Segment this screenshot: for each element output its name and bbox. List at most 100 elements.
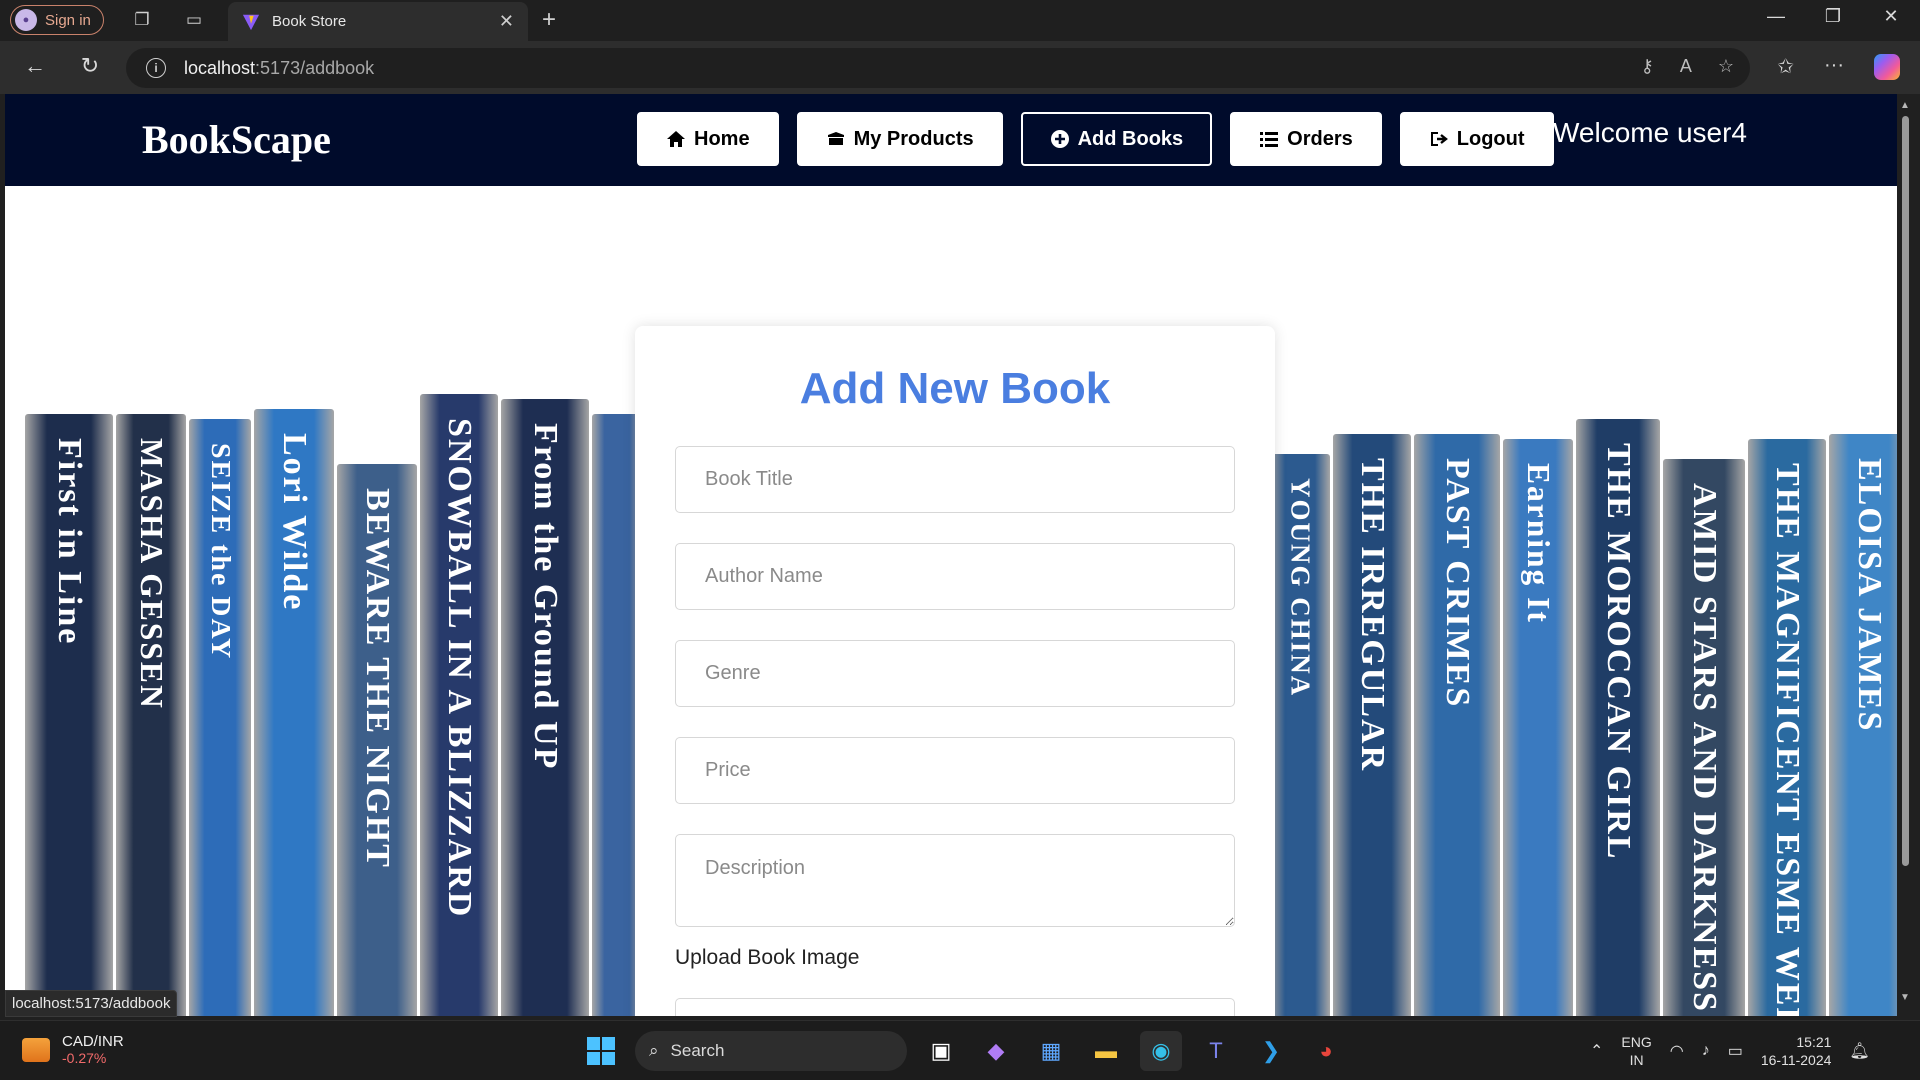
url-path: :5173/addbook [255, 57, 375, 78]
language-label: ENG [1621, 1034, 1652, 1050]
page-viewport: First in Line MASHA GESSEN SEIZE the DAY Lo… [5, 94, 1897, 1016]
copilot-icon[interactable] [1874, 54, 1900, 80]
bookshelf-left-image: First in Line MASHA GESSEN SEIZE the DAY Lo… [25, 354, 642, 1016]
welcome-message: Welcome user4 [1553, 117, 1748, 148]
site-navbar: BookScape Home My Products Add Books Ord… [5, 94, 1897, 186]
book-spine: BEWARE THE NIGHT [337, 464, 417, 1016]
wifi-icon[interactable]: ◠ [1670, 1041, 1684, 1061]
book-spine-title: First in Line [51, 438, 88, 646]
price-input[interactable] [675, 737, 1235, 804]
tab-actions-icon[interactable]: ▭ [182, 8, 206, 32]
more-menu-icon[interactable]: ··· [1824, 54, 1844, 80]
nav-my-products-button[interactable]: My Products [796, 112, 1003, 166]
edge-browser-icon[interactable]: ◉ [1140, 1031, 1182, 1071]
scroll-up-icon[interactable]: ▲ [1900, 100, 1910, 111]
status-bar-url: localhost:5173/addbook [5, 990, 178, 1017]
nav-logout-button[interactable]: Logout [1399, 112, 1554, 166]
book-spine-title: BEWARE THE NIGHT [359, 488, 396, 869]
bookshelf-right-image: YOUNG CHINA THE IRREGULAR PAST CRIMES Earni… [1270, 384, 1897, 1016]
task-view-icon[interactable]: ▣ [920, 1031, 962, 1071]
book-spine: PAST CRIMES [1414, 434, 1500, 1016]
add-book-form-card: Add New Book Upload Book Image [635, 326, 1275, 1016]
book-spine-title: ELOISA JAMES [1851, 458, 1888, 733]
site-info-icon[interactable]: i [146, 58, 166, 78]
upload-image-label: Upload Book Image [675, 946, 860, 969]
book-spine-title: SNOWBALL IN A BLIZZARD [441, 418, 478, 919]
book-spine: AMID STARS AND DARKNESS [1663, 459, 1745, 1016]
currency-icon [22, 1037, 50, 1062]
favorite-star-icon[interactable]: ☆ [1718, 56, 1734, 77]
tab-close-icon[interactable]: ✕ [499, 11, 514, 32]
book-spine: THE IRREGULAR [1333, 434, 1411, 1016]
teams-icon[interactable]: T [1195, 1031, 1237, 1071]
profile-sign-in-button[interactable]: ● Sign in [10, 5, 104, 35]
minimize-button[interactable]: — [1756, 6, 1796, 27]
clock-date: 16-11-2024 [1760, 1052, 1832, 1068]
browser-tab-strip: ● Sign in ❐ ▭ Book Store ✕ + — ❐ ✕ [0, 0, 1920, 41]
nav-home-label: Home [694, 127, 750, 150]
language-indicator[interactable]: ENG IN [1621, 1033, 1651, 1069]
workspaces-icon[interactable]: ❐ [130, 8, 154, 32]
taskbar-search[interactable]: ⌕ Search [635, 1031, 907, 1071]
chrome-icon[interactable]: ◕ [1305, 1031, 1347, 1071]
nav-orders-button[interactable]: Orders [1230, 112, 1382, 166]
book-spine: ELOISA JAMES [1829, 434, 1897, 1016]
book-spine: From the Ground UP [501, 399, 589, 1016]
author-name-input[interactable] [675, 543, 1235, 610]
genre-input[interactable] [675, 640, 1235, 707]
search-icon: ⌕ [649, 1041, 659, 1060]
scroll-down-icon[interactable]: ▼ [1900, 992, 1910, 1003]
nav-my-products-label: My Products [853, 127, 974, 150]
nav-links: Home My Products Add Books Orders Logout [637, 112, 1554, 166]
weather-widget[interactable]: CAD/INR -0.27% [22, 1033, 124, 1066]
tray-overflow-icon[interactable]: ⌃ [1590, 1041, 1603, 1061]
description-textarea[interactable] [675, 834, 1235, 927]
volume-icon[interactable]: ♪ [1702, 1042, 1710, 1060]
battery-icon[interactable]: ▭ [1728, 1041, 1743, 1061]
restore-button[interactable]: ❐ [1813, 6, 1853, 27]
box-icon [827, 132, 844, 145]
region-label: IN [1629, 1052, 1644, 1068]
start-button[interactable] [580, 1031, 622, 1071]
vscode-icon[interactable]: ❯ [1250, 1031, 1292, 1071]
browser-toolbar: ← ↻ i localhost:5173/addbook ⚷ A ☆ ✩ ··· [0, 41, 1920, 94]
back-button[interactable]: ← [20, 53, 50, 79]
book-spine: YOUNG CHINA [1270, 454, 1330, 1016]
book-title-input[interactable] [675, 446, 1235, 513]
book-spine-title: YOUNG CHINA [1285, 478, 1316, 698]
book-spine: SEIZE the DAY [189, 419, 251, 1016]
notification-bell-icon[interactable]: 🔔︎ [1849, 1041, 1869, 1061]
tab-book-store[interactable]: Book Store ✕ [228, 2, 528, 41]
scroll-thumb[interactable] [1902, 116, 1909, 866]
taskbar-apps: ⌕ Search ▣ ◆ ▦ ▬ ◉ T ❯ ◕ [580, 1031, 1347, 1071]
profile-label: Sign in [45, 11, 91, 29]
book-spine-title: PAST CRIMES [1439, 458, 1476, 709]
copilot-app-icon[interactable]: ◆ [975, 1031, 1017, 1071]
key-icon[interactable]: ⚷ [1641, 56, 1654, 77]
book-spine: THE MOROCCAN GIRL [1576, 419, 1660, 1016]
address-bar[interactable]: i localhost:5173/addbook ⚷ A ☆ [126, 48, 1750, 88]
reload-button[interactable]: ↻ [75, 53, 105, 79]
book-spine-title: MASHA GESSEN [134, 438, 169, 710]
search-label: Search [670, 1041, 725, 1060]
book-spine-title: SEIZE the DAY [205, 443, 236, 661]
clock[interactable]: 15:21 16-11-2024 [1761, 1033, 1832, 1069]
clock-time: 15:21 [1796, 1034, 1832, 1050]
book-spine-title: Lori Wilde [276, 433, 313, 612]
upload-image-input[interactable] [675, 998, 1235, 1016]
book-spine-title: THE MOROCCAN GIRL [1600, 443, 1637, 861]
nav-home-button[interactable]: Home [637, 112, 779, 166]
nav-add-books-label: Add Books [1077, 127, 1184, 150]
store-icon[interactable]: ▦ [1030, 1031, 1072, 1071]
close-window-button[interactable]: ✕ [1871, 6, 1911, 27]
read-aloud-icon[interactable]: A [1680, 56, 1692, 77]
new-tab-button[interactable]: + [542, 6, 556, 34]
nav-add-books-button[interactable]: Add Books [1020, 112, 1213, 166]
widget-title: CAD/INR [62, 1033, 124, 1050]
favorites-icon[interactable]: ✩ [1777, 54, 1794, 80]
tab-title: Book Store [272, 13, 347, 30]
book-spine-title: THE IRREGULAR [1354, 458, 1391, 773]
file-explorer-icon[interactable]: ▬ [1085, 1031, 1127, 1071]
page-scrollbar[interactable]: ▲ ▼ [1897, 94, 1915, 1016]
site-brand-logo[interactable]: BookScape [142, 116, 331, 163]
